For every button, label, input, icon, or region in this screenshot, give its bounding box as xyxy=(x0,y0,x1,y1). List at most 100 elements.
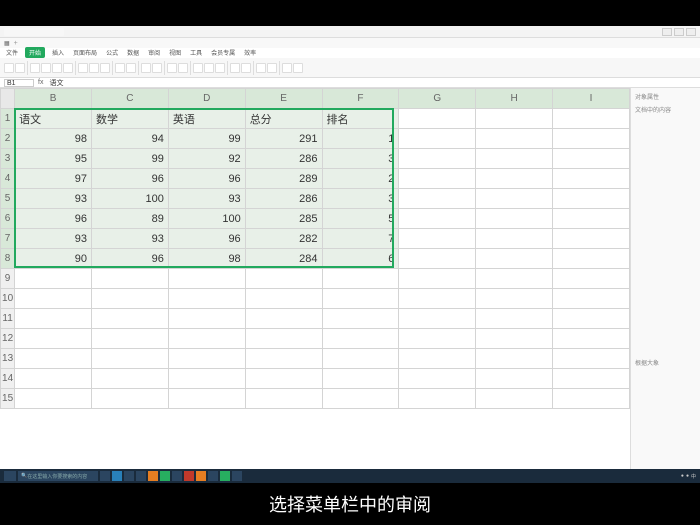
align-left-button[interactable] xyxy=(78,63,88,73)
cell[interactable]: 97 xyxy=(15,169,92,189)
cell[interactable] xyxy=(399,389,476,409)
row-header[interactable]: 7 xyxy=(1,229,15,249)
cell[interactable] xyxy=(245,289,322,309)
cell[interactable]: 93 xyxy=(15,189,92,209)
tray-icon[interactable]: ● xyxy=(681,473,684,479)
cell[interactable] xyxy=(92,369,169,389)
cell[interactable]: 286 xyxy=(245,149,322,169)
cell[interactable] xyxy=(476,309,553,329)
cell[interactable]: 99 xyxy=(168,129,245,149)
cell[interactable] xyxy=(476,349,553,369)
cell[interactable] xyxy=(553,249,630,269)
col-header-b[interactable]: B xyxy=(15,89,92,109)
cell[interactable] xyxy=(245,329,322,349)
cell[interactable] xyxy=(476,129,553,149)
row-header[interactable]: 1 xyxy=(1,109,15,129)
tab-member[interactable]: 会员专属 xyxy=(209,47,237,58)
cell[interactable]: 89 xyxy=(92,209,169,229)
cell[interactable] xyxy=(476,389,553,409)
cell[interactable]: 数学 xyxy=(92,109,169,129)
task-icon[interactable] xyxy=(196,471,206,481)
align-right-button[interactable] xyxy=(100,63,110,73)
cell[interactable] xyxy=(168,269,245,289)
cell[interactable] xyxy=(15,269,92,289)
tab-tools[interactable]: 工具 xyxy=(188,47,204,58)
row-header[interactable]: 2 xyxy=(1,129,15,149)
cell[interactable] xyxy=(553,209,630,229)
cell[interactable] xyxy=(476,269,553,289)
new-tab-button[interactable]: + xyxy=(14,40,18,47)
cell[interactable] xyxy=(245,269,322,289)
tab-efficiency[interactable]: 效率 xyxy=(242,47,258,58)
fx-icon[interactable]: fx xyxy=(38,79,43,86)
cell[interactable]: 语文 xyxy=(15,109,92,129)
conditional-format-button[interactable] xyxy=(167,63,177,73)
task-icon[interactable] xyxy=(112,471,122,481)
cell[interactable] xyxy=(553,289,630,309)
cell[interactable] xyxy=(399,309,476,329)
cell[interactable] xyxy=(245,369,322,389)
cell[interactable]: 5 xyxy=(322,209,399,229)
cell[interactable] xyxy=(553,349,630,369)
cell[interactable] xyxy=(399,169,476,189)
cell[interactable] xyxy=(399,249,476,269)
row-header[interactable]: 4 xyxy=(1,169,15,189)
cell[interactable] xyxy=(476,109,553,129)
currency-button[interactable] xyxy=(152,63,162,73)
task-icon[interactable] xyxy=(208,471,218,481)
cell[interactable]: 284 xyxy=(245,249,322,269)
cell[interactable] xyxy=(15,289,92,309)
row-header[interactable]: 14 xyxy=(1,369,15,389)
cell[interactable]: 96 xyxy=(92,169,169,189)
cell[interactable]: 285 xyxy=(245,209,322,229)
cell[interactable] xyxy=(245,309,322,329)
cell[interactable] xyxy=(92,269,169,289)
find-button[interactable] xyxy=(282,63,292,73)
cell[interactable] xyxy=(553,329,630,349)
cell[interactable] xyxy=(15,369,92,389)
system-tray[interactable]: ● ● 中 xyxy=(681,473,696,480)
bold-button[interactable] xyxy=(41,63,51,73)
tab-insert[interactable]: 插入 xyxy=(50,47,66,58)
task-icon[interactable] xyxy=(184,471,194,481)
cell[interactable] xyxy=(92,389,169,409)
cell[interactable] xyxy=(168,329,245,349)
row-header[interactable]: 10 xyxy=(1,289,15,309)
cell[interactable] xyxy=(553,189,630,209)
row-header[interactable]: 3 xyxy=(1,149,15,169)
cell[interactable] xyxy=(553,309,630,329)
cell[interactable]: 2 xyxy=(322,169,399,189)
italic-button[interactable] xyxy=(52,63,62,73)
task-icon[interactable] xyxy=(136,471,146,481)
symbol-button[interactable] xyxy=(293,63,303,73)
task-icon[interactable] xyxy=(100,471,110,481)
font-button[interactable] xyxy=(30,63,40,73)
select-all-corner[interactable] xyxy=(1,89,15,109)
cell[interactable] xyxy=(15,329,92,349)
formula-input[interactable]: 语文 xyxy=(47,78,696,88)
task-icon[interactable] xyxy=(172,471,182,481)
col-header-f[interactable]: F xyxy=(322,89,399,109)
cell[interactable] xyxy=(168,389,245,409)
cut-button[interactable] xyxy=(15,63,25,73)
cell[interactable] xyxy=(553,369,630,389)
cell[interactable]: 93 xyxy=(168,189,245,209)
cell[interactable]: 98 xyxy=(168,249,245,269)
task-icon[interactable] xyxy=(232,471,242,481)
table-style-button[interactable] xyxy=(178,63,188,73)
task-icon[interactable] xyxy=(160,471,170,481)
cell[interactable] xyxy=(553,229,630,249)
col-header-h[interactable]: H xyxy=(476,89,553,109)
row-header[interactable]: 8 xyxy=(1,249,15,269)
cell[interactable]: 282 xyxy=(245,229,322,249)
sort-button[interactable] xyxy=(215,63,225,73)
tab-file[interactable]: 文件 xyxy=(4,47,20,58)
cell[interactable] xyxy=(322,309,399,329)
cell[interactable]: 90 xyxy=(15,249,92,269)
cell[interactable]: 92 xyxy=(168,149,245,169)
cell[interactable] xyxy=(476,149,553,169)
cell[interactable] xyxy=(399,269,476,289)
cell[interactable] xyxy=(15,309,92,329)
cell[interactable]: 英语 xyxy=(168,109,245,129)
tab-formula[interactable]: 公式 xyxy=(104,47,120,58)
